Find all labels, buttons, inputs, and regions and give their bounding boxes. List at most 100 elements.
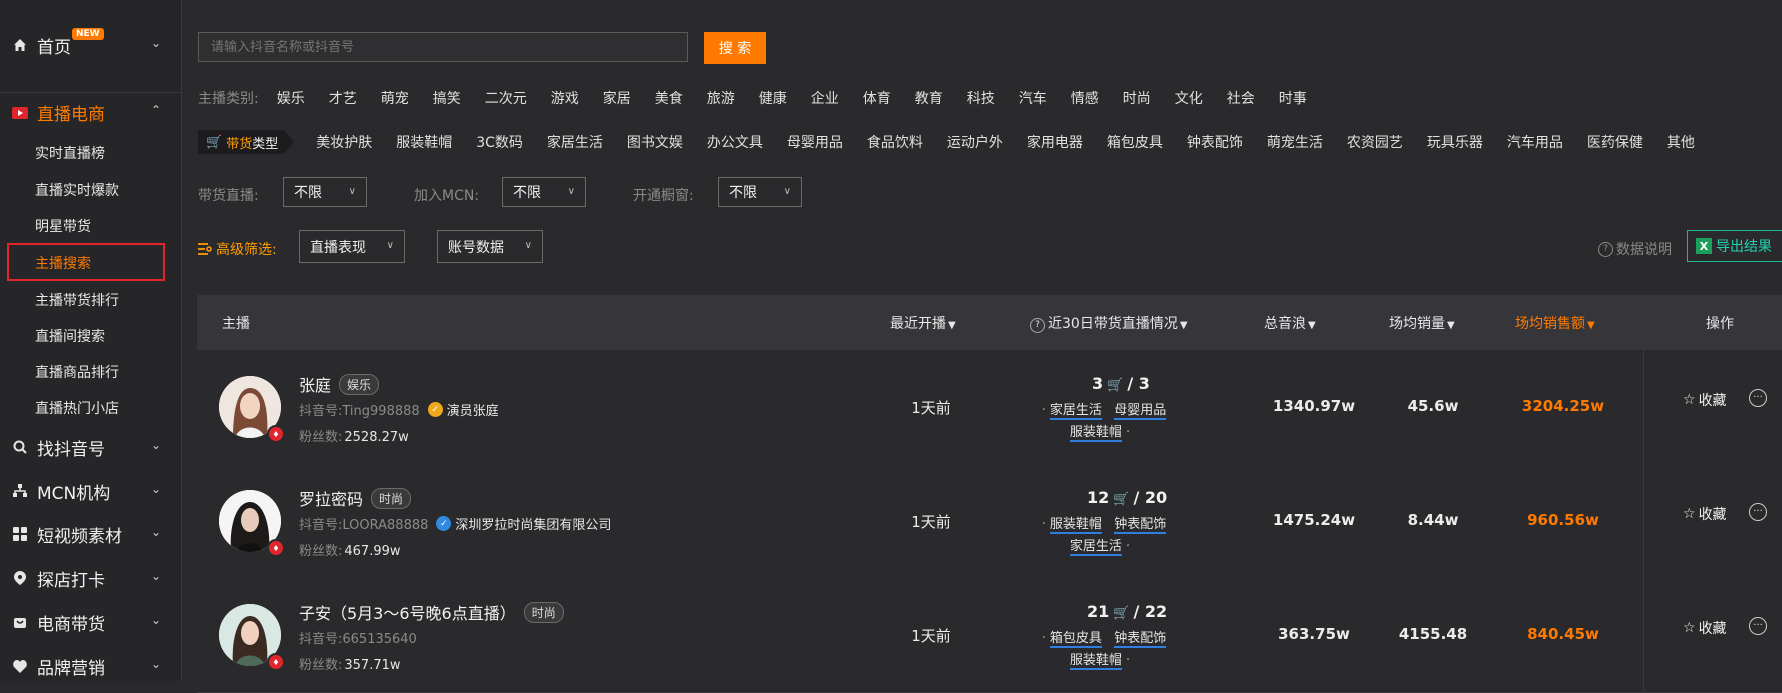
- goods-type-item[interactable]: 箱包皮具: [1107, 132, 1163, 152]
- goods-type-item[interactable]: 家用电器: [1027, 132, 1083, 152]
- th-avg-sales[interactable]: 场均销量 ▼: [1389, 313, 1455, 333]
- category-item[interactable]: 科技: [967, 88, 995, 108]
- chevron-down-icon: ∨: [567, 186, 575, 197]
- live-category-link[interactable]: 家居生活: [1069, 539, 1122, 556]
- goods-type-item[interactable]: 办公文具: [707, 132, 763, 152]
- favorite-button[interactable]: ☆ 收藏: [1683, 618, 1727, 638]
- more-options-icon[interactable]: ···: [1749, 389, 1767, 407]
- live-filter-select[interactable]: 不限 ∨: [283, 177, 367, 207]
- favorite-button[interactable]: ☆ 收藏: [1683, 390, 1727, 410]
- goods-type-item[interactable]: 服装鞋帽: [396, 132, 452, 152]
- search-input[interactable]: [198, 32, 688, 62]
- category-item[interactable]: 萌宠: [381, 88, 409, 108]
- chevron-up-icon: ⌃: [151, 103, 162, 117]
- mcn-filter-select[interactable]: 不限 ∨: [502, 177, 586, 207]
- category-item[interactable]: 时事: [1279, 88, 1307, 108]
- sidebar-item-live-room-search[interactable]: 直播间搜索: [35, 326, 105, 346]
- live-category-link[interactable]: 服装鞋帽: [1069, 653, 1122, 670]
- th-recent-live-label: 最近开播: [890, 316, 946, 332]
- goods-type-item[interactable]: 玩具乐器: [1427, 132, 1483, 152]
- goods-type-item[interactable]: 农资园艺: [1347, 132, 1403, 152]
- category-item[interactable]: 社会: [1227, 88, 1255, 108]
- fans-value: 357.71w: [344, 658, 401, 673]
- goods-type-item[interactable]: 3C数码: [476, 132, 523, 152]
- category-item[interactable]: 汽车: [1019, 88, 1047, 108]
- live-goods-count: 21 🛒/ 22: [1087, 602, 1168, 621]
- th-avg-amount[interactable]: 场均销售额 ▼: [1515, 313, 1595, 333]
- live-category-link[interactable]: 钟表配饰: [1114, 631, 1167, 648]
- category-item[interactable]: 游戏: [551, 88, 579, 108]
- data-info-link[interactable]: ? 数据说明: [1598, 239, 1672, 259]
- category-item[interactable]: 二次元: [485, 88, 527, 108]
- category-item[interactable]: 体育: [863, 88, 891, 108]
- live-total-value: 20: [1144, 488, 1168, 507]
- home-icon: [12, 37, 28, 53]
- sidebar-item-live-hot-items[interactable]: 直播实时爆款: [35, 180, 119, 200]
- category-item[interactable]: 教育: [915, 88, 943, 108]
- goods-type-item[interactable]: 钟表配饰: [1187, 132, 1243, 152]
- category-item[interactable]: 才艺: [329, 88, 357, 108]
- goods-type-item[interactable]: 家居生活: [547, 132, 603, 152]
- anchor-name-text: 罗拉密码: [299, 490, 364, 509]
- category-item[interactable]: 旅游: [707, 88, 735, 108]
- performance-dropdown[interactable]: 直播表现 ∨: [299, 230, 405, 263]
- anchor-name[interactable]: 子安（5月3～6号晚6点直播） 时尚: [299, 600, 564, 624]
- goods-type-item[interactable]: 萌宠生活: [1267, 132, 1323, 152]
- anchor-name[interactable]: 罗拉密码 时尚: [299, 486, 412, 510]
- live-category-link[interactable]: 箱包皮具: [1049, 631, 1102, 648]
- category-item[interactable]: 健康: [759, 88, 787, 108]
- live-category-link[interactable]: 服装鞋帽: [1049, 517, 1102, 534]
- category-item[interactable]: 文化: [1175, 88, 1203, 108]
- goods-type-item[interactable]: 母婴用品: [787, 132, 843, 152]
- sidebar-item-realtime-live-rank[interactable]: 实时直播榜: [35, 143, 105, 163]
- goods-type-item[interactable]: 食品饮料: [867, 132, 923, 152]
- nav-live-commerce[interactable]: 直播电商 ⌃: [0, 97, 181, 127]
- nav-find-douyin[interactable]: 找抖音号 ⌄: [0, 432, 181, 462]
- goods-type-item[interactable]: 美妆护肤: [316, 132, 372, 152]
- nav-store-visit[interactable]: 探店打卡 ⌄: [0, 563, 181, 593]
- favorite-button[interactable]: ☆ 收藏: [1683, 504, 1727, 524]
- sidebar-item-celebrity-sales[interactable]: 明星带货: [35, 216, 91, 236]
- live-category-link[interactable]: 钟表配饰: [1114, 517, 1167, 534]
- th-total-sound[interactable]: 总音浪 ▼: [1264, 313, 1316, 333]
- export-button[interactable]: X 导出结果: [1687, 230, 1782, 262]
- category-item[interactable]: 时尚: [1123, 88, 1151, 108]
- live-category-link[interactable]: 母婴用品: [1114, 403, 1167, 420]
- live-category-link[interactable]: 家居生活: [1049, 403, 1102, 420]
- goods-type-item[interactable]: 汽车用品: [1507, 132, 1563, 152]
- nav-short-video[interactable]: 短视频素材 ⌄: [0, 519, 181, 549]
- anchor-category-filter: 主播类别: 娱乐 才艺 萌宠 搞笑 二次元 游戏 家居 美食 旅游 健康 企业 …: [198, 88, 1331, 108]
- heart-icon: [12, 658, 28, 674]
- category-item[interactable]: 家居: [603, 88, 631, 108]
- category-item[interactable]: 美食: [655, 88, 683, 108]
- advanced-filter-label: 高级筛选:: [198, 239, 277, 259]
- th-recent-live[interactable]: 最近开播 ▼: [890, 313, 956, 333]
- category-item[interactable]: 企业: [811, 88, 839, 108]
- th-live30[interactable]: ? 近30日带货直播情况 ▼: [1030, 313, 1188, 333]
- search-button[interactable]: 搜 索: [704, 32, 766, 64]
- category-item[interactable]: 搞笑: [433, 88, 461, 108]
- anchor-name[interactable]: 张庭 娱乐: [299, 372, 380, 396]
- chevron-down-icon: ⌄: [151, 657, 162, 671]
- more-options-icon[interactable]: ···: [1749, 617, 1767, 635]
- sidebar-item-anchor-search[interactable]: 主播搜索: [35, 253, 91, 273]
- star-icon: ☆: [1683, 392, 1696, 408]
- nav-brand-marketing[interactable]: 品牌营销 ⌄: [0, 651, 181, 681]
- more-options-icon[interactable]: ···: [1749, 503, 1767, 521]
- window-filter-select[interactable]: 不限 ∨: [718, 177, 802, 207]
- sidebar-item-live-product-rank[interactable]: 直播商品排行: [35, 362, 119, 382]
- advanced-filter-text: 高级筛选:: [216, 242, 277, 258]
- nav-mcn[interactable]: MCN机构 ⌄: [0, 476, 181, 506]
- account-data-dropdown[interactable]: 账号数据 ∨: [437, 230, 543, 263]
- goods-type-item[interactable]: 医药保健: [1587, 132, 1643, 152]
- sidebar-item-live-hot-shops[interactable]: 直播热门小店: [35, 398, 119, 418]
- goods-type-item[interactable]: 图书文娱: [627, 132, 683, 152]
- category-item[interactable]: 情感: [1071, 88, 1099, 108]
- goods-type-item[interactable]: 运动户外: [947, 132, 1003, 152]
- sidebar-item-anchor-sales-rank[interactable]: 主播带货排行: [35, 290, 119, 310]
- nav-ecommerce[interactable]: 电商带货 ⌄: [0, 607, 181, 637]
- category-item[interactable]: 娱乐: [277, 88, 305, 108]
- goods-type-item[interactable]: 其他: [1667, 132, 1695, 152]
- verified-icon: ✓: [436, 516, 452, 531]
- live-category-link[interactable]: 服装鞋帽: [1069, 425, 1122, 442]
